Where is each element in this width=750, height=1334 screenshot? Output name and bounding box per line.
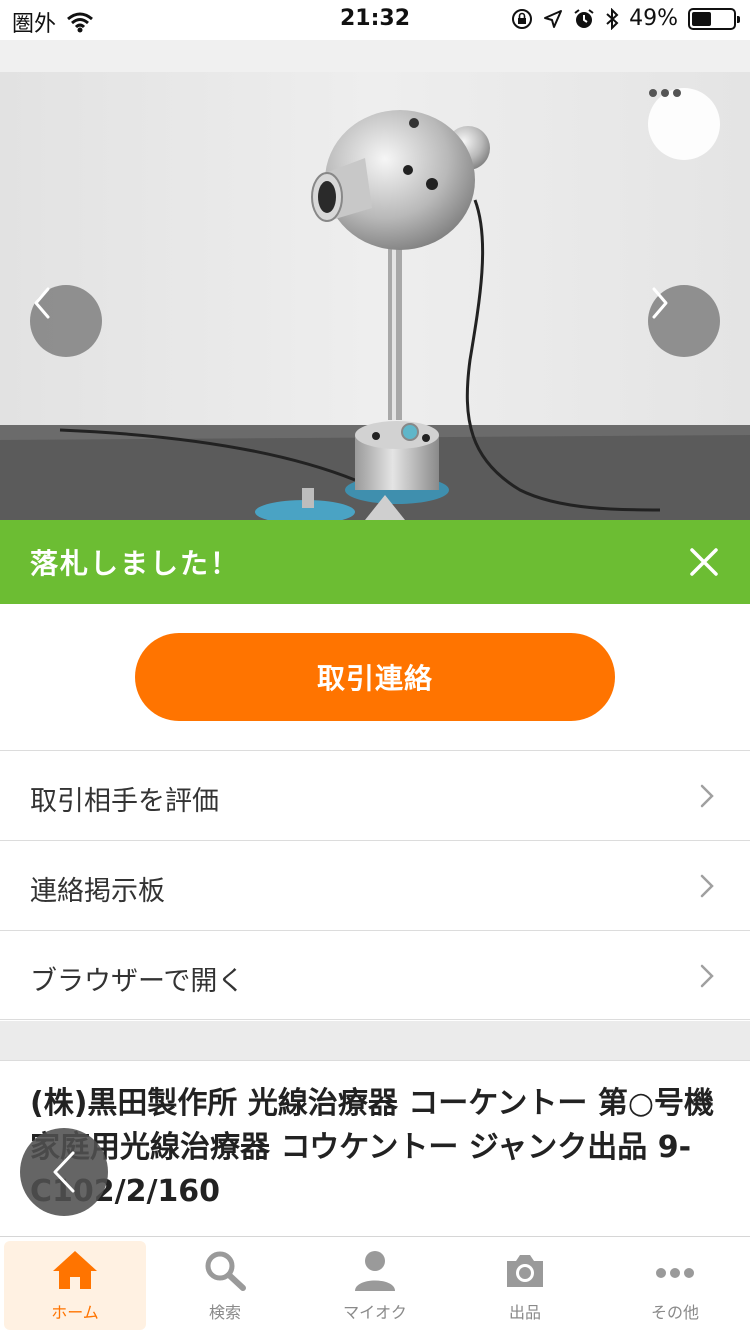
chevron-right-icon	[652, 287, 668, 319]
person-icon	[355, 1251, 395, 1291]
win-notification-banner: 落札しました！	[0, 520, 750, 604]
section-divider	[0, 1021, 750, 1061]
transaction-contact-button[interactable]: 取引連絡	[135, 633, 615, 721]
tab-label: その他	[650, 1303, 699, 1322]
tab-search[interactable]: 検索	[150, 1237, 300, 1334]
back-button[interactable]	[20, 1128, 108, 1216]
tab-more[interactable]: その他	[600, 1237, 750, 1334]
next-image-button[interactable]	[648, 285, 720, 357]
status-right: 49%	[511, 6, 740, 31]
chevron-right-icon	[700, 874, 714, 898]
menu-item-open-browser[interactable]: ブラウザーで開く	[0, 930, 750, 1020]
more-dots-icon	[649, 89, 681, 97]
item-title: (株)黒田製作所 光線治療器 コーケントー 第○号機 家庭用光線治療器 コウケン…	[30, 1086, 715, 1209]
tab-label: ホーム	[51, 1303, 99, 1322]
menu-item-label: ブラウザーで開く	[30, 966, 245, 997]
close-icon[interactable]	[680, 538, 728, 586]
tab-sell[interactable]: 出品	[450, 1237, 600, 1334]
bottom-tab-bar: ホーム 検索 マイオク 出品 その他	[0, 1236, 750, 1334]
menu-item-label: 連絡掲示板	[30, 876, 165, 907]
menu-item-message-board[interactable]: 連絡掲示板	[0, 840, 750, 930]
tab-my-auction[interactable]: マイオク	[300, 1237, 450, 1334]
bluetooth-icon	[606, 7, 619, 30]
menu-item-rate-partner[interactable]: 取引相手を評価	[0, 750, 750, 840]
product-photo[interactable]	[0, 40, 750, 520]
location-arrow-icon	[544, 9, 563, 28]
tab-label: マイオク	[343, 1303, 407, 1322]
product-image	[0, 40, 750, 520]
tab-label: 出品	[508, 1303, 541, 1322]
more-dots-icon	[656, 1268, 694, 1278]
rotation-lock-icon	[512, 8, 533, 29]
battery-percent: 49%	[629, 6, 678, 31]
chevron-right-icon	[700, 784, 714, 808]
battery-icon	[688, 7, 740, 30]
home-icon	[53, 1251, 97, 1289]
search-icon	[205, 1251, 246, 1291]
chevron-left-icon	[53, 1151, 75, 1193]
win-message: 落札しました！	[30, 547, 241, 580]
alarm-icon	[574, 8, 594, 28]
tab-home[interactable]: ホーム	[0, 1237, 150, 1334]
chevron-right-icon	[700, 964, 714, 988]
chevron-left-icon	[34, 287, 50, 319]
status-bar: 圏外 21:32 49%	[0, 0, 750, 40]
more-options-button[interactable]	[648, 88, 720, 160]
previous-image-button[interactable]	[30, 285, 102, 357]
camera-icon	[507, 1255, 543, 1287]
action-menu: 取引相手を評価 連絡掲示板 ブラウザーで開く	[0, 750, 750, 1020]
menu-item-label: 取引相手を評価	[30, 786, 219, 817]
tab-label: 検索	[208, 1303, 241, 1322]
contact-section: 取引連絡	[0, 604, 750, 750]
